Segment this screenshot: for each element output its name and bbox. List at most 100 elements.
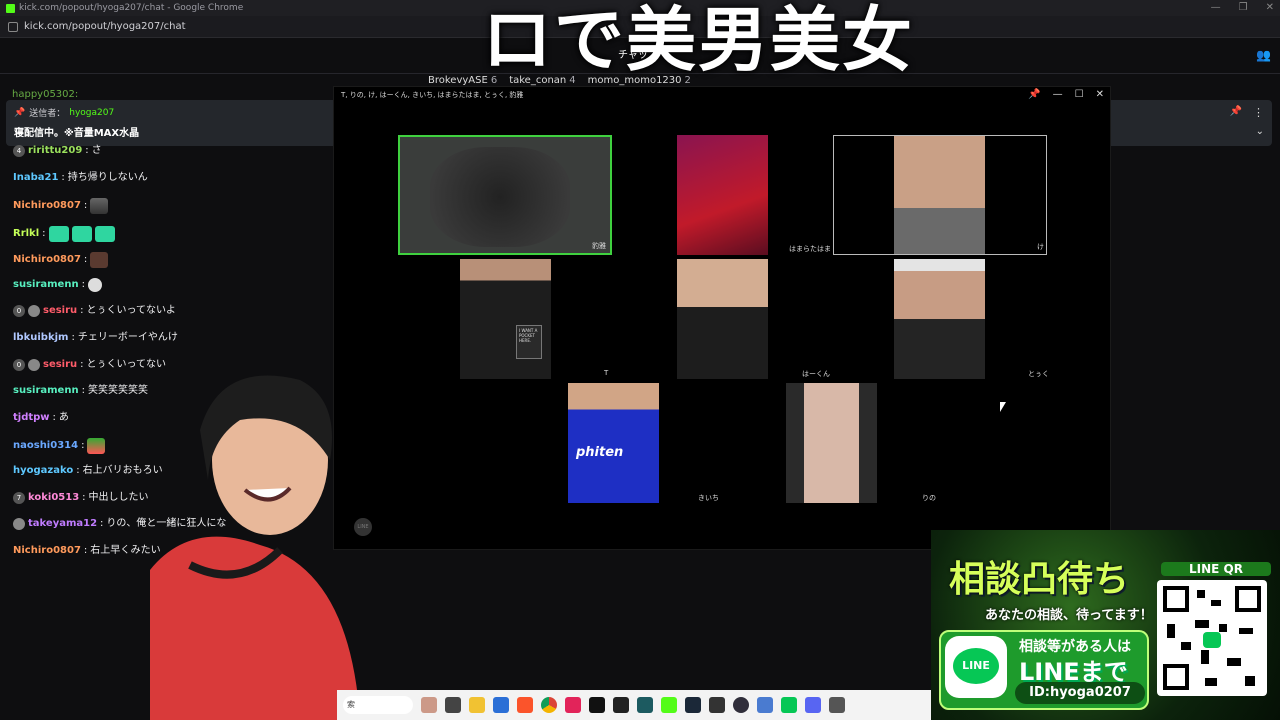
chat-text: さ — [91, 145, 102, 156]
chat-username[interactable]: naoshi0314 — [13, 439, 78, 453]
chat-username[interactable]: sesiru — [43, 358, 77, 372]
badge-icon — [13, 518, 25, 530]
participant-name: 豹雅 — [592, 242, 606, 250]
windows-taskbar: 索 — [337, 690, 937, 720]
sub-badge-icon: 0 — [13, 305, 25, 317]
participant-tile[interactable] — [677, 135, 768, 255]
taskbar-app-icon[interactable] — [829, 697, 845, 713]
kick-icon[interactable] — [661, 697, 677, 713]
mouse-cursor-icon — [1000, 402, 1006, 412]
file-explorer-icon[interactable] — [469, 697, 485, 713]
shirt-pocket: I WANT A POCKET HERE. — [516, 325, 542, 359]
participant-tile[interactable]: phiten — [568, 383, 659, 503]
caption-subtext: チャッ — [618, 50, 648, 61]
sub-badge-icon: 7 — [13, 492, 25, 504]
taskbar-app-icon[interactable] — [613, 697, 629, 713]
line-id: ID:hyoga0207 — [1015, 682, 1145, 704]
minimize-call-button[interactable]: — — [1053, 89, 1063, 100]
qr-code[interactable] — [1157, 580, 1267, 696]
emote-icon — [94, 226, 115, 242]
call-participants-title: T, りの, け, はーくん, きいち, はまらたはま, とぅく, 豹雅 — [341, 91, 524, 99]
call-window-controls: 📌 — ☐ ✕ — [1028, 89, 1104, 100]
chat-message: Rrlkl: — [13, 226, 115, 242]
chat-message: tjdtpw: あ — [13, 411, 69, 425]
more-options-icon[interactable]: ⋮ — [1253, 106, 1264, 119]
tiktok-icon[interactable] — [589, 697, 605, 713]
chat-message-partial: happy05302: — [12, 89, 79, 100]
chat-username[interactable]: lbkuibkjm — [13, 331, 68, 345]
taskbar-app-icon[interactable] — [421, 697, 437, 713]
taskbar-app-icon[interactable] — [709, 697, 725, 713]
emote-icon — [71, 226, 92, 242]
chrome-icon[interactable] — [541, 697, 557, 713]
participant-tile[interactable] — [786, 383, 877, 503]
chat-message: hyogazako: 右上バリおもろい — [13, 464, 163, 478]
maximize-call-button[interactable]: ☐ — [1075, 89, 1084, 100]
chat-username[interactable]: Nichiro0807 — [13, 199, 81, 213]
chat-username[interactable]: Rrlkl — [13, 227, 39, 241]
close-window-button[interactable]: ✕ — [1266, 2, 1274, 13]
brave-icon[interactable] — [517, 697, 533, 713]
chevron-down-icon[interactable]: ⌄ — [1256, 126, 1264, 137]
pinned-message-text: 寝配信中。※音量MAX水晶 — [14, 128, 140, 139]
chat-message: lbkuibkjm: チェリーボーイやんけ — [13, 331, 178, 345]
qr-label: LINE QR — [1161, 562, 1271, 576]
chat-username[interactable]: ririttu209 — [28, 144, 82, 158]
taskbar-app-icon[interactable] — [637, 697, 653, 713]
chat-username[interactable]: sesiru — [43, 304, 77, 318]
line-consultation-ad: 相談凸待ち あなたの相談、待ってます！ LINE 相談等がある人は LINEまで… — [931, 530, 1280, 720]
pin-icon: 📌 — [14, 107, 26, 118]
chat-message: susiramenn: 笑笑笑笑笑笑 — [13, 384, 148, 398]
chat-text: 笑笑笑笑笑笑 — [87, 385, 148, 396]
participant-tile[interactable]: け — [833, 135, 1047, 255]
chat-message: 0 sesiru: とぅくいってない — [13, 358, 166, 372]
site-info-icon[interactable] — [8, 21, 18, 32]
taskbar-app-icon[interactable] — [565, 697, 581, 713]
line-icon[interactable] — [781, 697, 797, 713]
emote-icon — [87, 438, 106, 454]
chat-text: チェリーボーイやんけ — [77, 332, 178, 343]
participant-name: はまらたはま — [789, 245, 831, 253]
url-text[interactable]: kick.com/popout/hyoga207/chat — [24, 21, 186, 32]
participant-name: きいち — [698, 494, 719, 502]
chat-username[interactable]: Nichiro0807 — [13, 544, 81, 558]
pinned-sender-name[interactable]: hyoga207 — [69, 108, 114, 118]
restore-button[interactable]: ❐ — [1239, 2, 1248, 13]
chat-username[interactable]: tjdtpw — [13, 411, 50, 425]
ad-subtitle: あなたの相談、待ってます！ — [985, 608, 1153, 623]
participant-name: りの — [922, 494, 936, 502]
task-view-icon[interactable] — [445, 697, 461, 713]
chat-message: Nichiro0807: 右上早くみたい — [13, 544, 161, 558]
chat-username[interactable]: hyogazako — [13, 464, 73, 478]
chat-username[interactable]: susiramenn — [13, 278, 79, 292]
participant-tile[interactable] — [894, 259, 985, 379]
participant-tile[interactable] — [677, 259, 768, 379]
participant-tile[interactable]: 豹雅 — [398, 135, 612, 255]
streamer-webcam — [150, 375, 360, 720]
badge-icon — [28, 305, 40, 317]
users-icon[interactable]: 👥 — [1256, 48, 1271, 62]
chat-message: susiramenn: — [13, 278, 102, 292]
taskbar-search[interactable]: 索 — [343, 696, 413, 714]
unpin-icon[interactable]: 📌 — [1230, 106, 1242, 117]
chat-username[interactable]: Inaba21 — [13, 171, 58, 185]
taskbar-app-icon[interactable] — [757, 697, 773, 713]
discord-icon[interactable] — [805, 697, 821, 713]
chat-text: あ — [58, 412, 69, 423]
window-title: kick.com/popout/hyoga207/chat - Google C… — [19, 3, 244, 13]
chat-username[interactable]: susiramenn — [13, 384, 79, 398]
steam-icon[interactable] — [685, 697, 701, 713]
chat-username[interactable]: koki0513 — [28, 491, 79, 505]
skull-emote-icon — [87, 278, 102, 292]
chat-username[interactable]: Nichiro0807 — [13, 253, 81, 267]
participant-tile[interactable]: I WANT A POCKET HERE. — [460, 259, 551, 379]
close-call-button[interactable]: ✕ — [1096, 89, 1104, 100]
minimize-button[interactable]: — — [1211, 2, 1221, 13]
pin-window-icon[interactable]: 📌 — [1028, 89, 1040, 100]
participant-name: はーくん — [802, 370, 830, 378]
participant-name: け — [1037, 243, 1044, 251]
chat-username[interactable]: takeyama12 — [28, 517, 97, 531]
taskbar-app-icon[interactable] — [493, 697, 509, 713]
pinned-sender-label: 送信者： — [29, 109, 66, 119]
obs-icon[interactable] — [733, 697, 749, 713]
